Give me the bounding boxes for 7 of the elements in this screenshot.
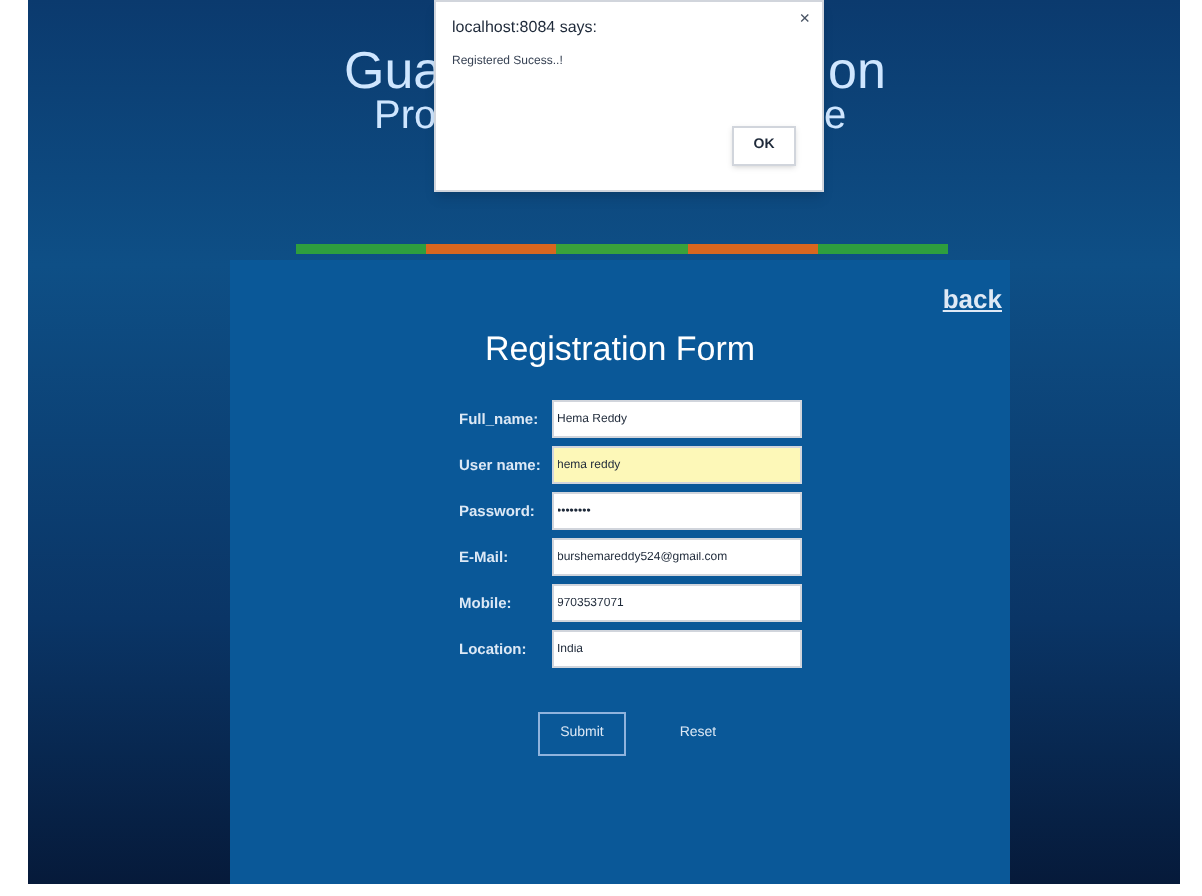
form-title: Registration Form (484, 327, 756, 371)
banner-subtitle: Pro (374, 96, 437, 136)
close-button[interactable]: × (799, 10, 810, 28)
alert-origin: localhost:8084 says: (452, 16, 597, 40)
back-link[interactable]: back (942, 280, 1002, 319)
banner-title: on (828, 44, 886, 96)
banner-subtitle: e (824, 96, 847, 136)
